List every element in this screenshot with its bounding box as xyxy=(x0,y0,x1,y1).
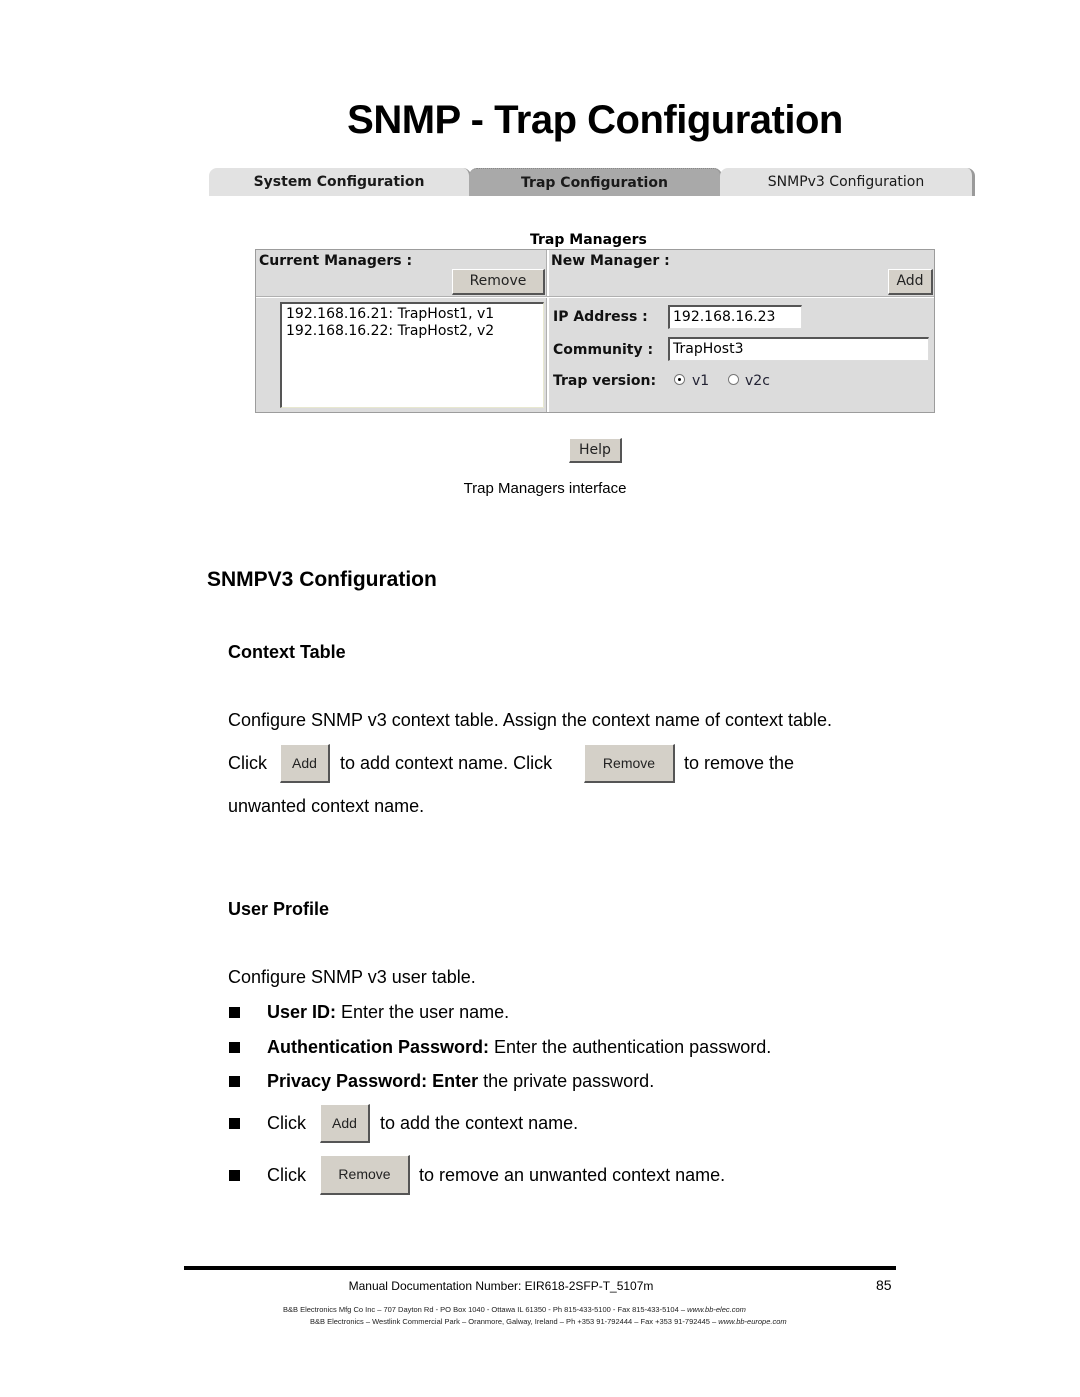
context-add-button-image: Add xyxy=(280,744,330,783)
user-remove-button-image: Remove xyxy=(320,1155,410,1195)
context-tail-text: to remove the xyxy=(684,753,795,773)
section-heading: SNMPV3 Configuration xyxy=(207,568,437,591)
context-remove-button-image: Remove xyxy=(584,744,675,783)
context-click-text: Click xyxy=(228,753,267,773)
footer-link[interactable]: www.bb-europe.com xyxy=(718,1317,786,1326)
trap-version-v1-radio[interactable] xyxy=(674,374,685,385)
manager-list-item[interactable]: 192.168.16.22: TrapHost2, v2 xyxy=(286,323,539,340)
bullet-auth-password: Authentication Password: Enter the authe… xyxy=(267,1037,771,1058)
panel-caption: Trap Managers xyxy=(530,232,647,248)
ip-address-input[interactable]: 192.168.16.23 xyxy=(668,305,802,329)
footer-link[interactable]: www.bb-elec.com xyxy=(687,1305,746,1314)
bullet-text: the private password. xyxy=(478,1071,655,1091)
address-text: B&B Electronics Mfg Co Inc – 707 Dayton … xyxy=(283,1305,688,1314)
user-profile-heading: User Profile xyxy=(228,899,330,919)
help-button[interactable]: Help xyxy=(569,438,622,463)
community-label: Community : xyxy=(553,342,654,358)
tab-bar: System Configuration Trap Configuration … xyxy=(209,168,975,197)
bullet-bold: User ID: xyxy=(267,1002,337,1022)
bullet-icon xyxy=(229,1042,240,1053)
bullet-text: Enter the authentication password. xyxy=(489,1037,772,1057)
bullet-bold: Privacy Password: Enter xyxy=(267,1071,479,1091)
panel-divider-horizontal xyxy=(256,296,934,298)
trap-managers-panel: Current Managers : Remove 192.168.16.21:… xyxy=(255,249,935,413)
user-profile-intro: Configure SNMP v3 user table. xyxy=(228,967,476,987)
footer-address-eu: B&B Electronics – Westlink Commercial Pa… xyxy=(310,1317,787,1326)
bullet-icon xyxy=(229,1076,240,1087)
user-remove-click-text: Click xyxy=(267,1165,306,1185)
manager-list-item[interactable]: 192.168.16.21: TrapHost1, v1 xyxy=(286,306,539,323)
ip-address-label: IP Address : xyxy=(553,309,648,325)
page-number: 85 xyxy=(876,1277,892,1293)
bullet-icon xyxy=(229,1118,240,1129)
bullet-icon xyxy=(229,1007,240,1018)
bullet-text: Enter the user name. xyxy=(336,1002,510,1022)
screenshot-title: SNMP - Trap Configuration xyxy=(347,98,843,142)
community-input[interactable]: TrapHost3 xyxy=(668,337,929,361)
remove-button[interactable]: Remove xyxy=(452,269,545,295)
tab-system-configuration[interactable]: System Configuration xyxy=(209,168,471,196)
footer-rule xyxy=(184,1266,896,1270)
trap-version-v2c-radio[interactable] xyxy=(728,374,739,385)
figure-caption: Trap Managers interface xyxy=(463,480,627,497)
bullet-bold: Authentication Password: xyxy=(267,1037,490,1057)
current-managers-label: Current Managers : xyxy=(259,253,413,269)
context-line3-text: unwanted context name. xyxy=(228,796,425,816)
footer-address-us: B&B Electronics Mfg Co Inc – 707 Dayton … xyxy=(283,1305,746,1314)
bullet-icon xyxy=(229,1170,240,1181)
bullet-user-id: User ID: Enter the user name. xyxy=(267,1002,509,1023)
context-mid-text: to add context name. Click xyxy=(340,753,553,773)
current-managers-list[interactable]: 192.168.16.21: TrapHost1, v1 192.168.16.… xyxy=(280,302,544,408)
doc-number: Manual Documentation Number: EIR618-2SFP… xyxy=(348,1279,654,1293)
tab-snmpv3-configuration[interactable]: SNMPv3 Configuration xyxy=(720,168,975,196)
user-add-post-text: to add the context name. xyxy=(380,1113,579,1133)
address-text: B&B Electronics – Westlink Commercial Pa… xyxy=(310,1317,719,1326)
tab-trap-configuration[interactable]: Trap Configuration xyxy=(469,168,722,196)
user-add-click-text: Click xyxy=(267,1113,306,1133)
user-add-button-image: Add xyxy=(320,1104,370,1143)
trap-version-v2c-label: v2c xyxy=(745,373,770,389)
bullet-privacy-password: Privacy Password: Enter the private pass… xyxy=(267,1071,654,1092)
new-manager-label: New Manager : xyxy=(551,253,670,269)
user-remove-post-text: to remove an unwanted context name. xyxy=(419,1165,726,1185)
panel-divider-vertical xyxy=(546,250,549,412)
context-table-description: Configure SNMP v3 context table. Assign … xyxy=(228,710,833,730)
add-button[interactable]: Add xyxy=(888,269,933,295)
trap-version-label: Trap version: xyxy=(553,373,657,389)
trap-version-v1-label: v1 xyxy=(692,373,710,389)
context-table-heading: Context Table xyxy=(228,642,346,662)
